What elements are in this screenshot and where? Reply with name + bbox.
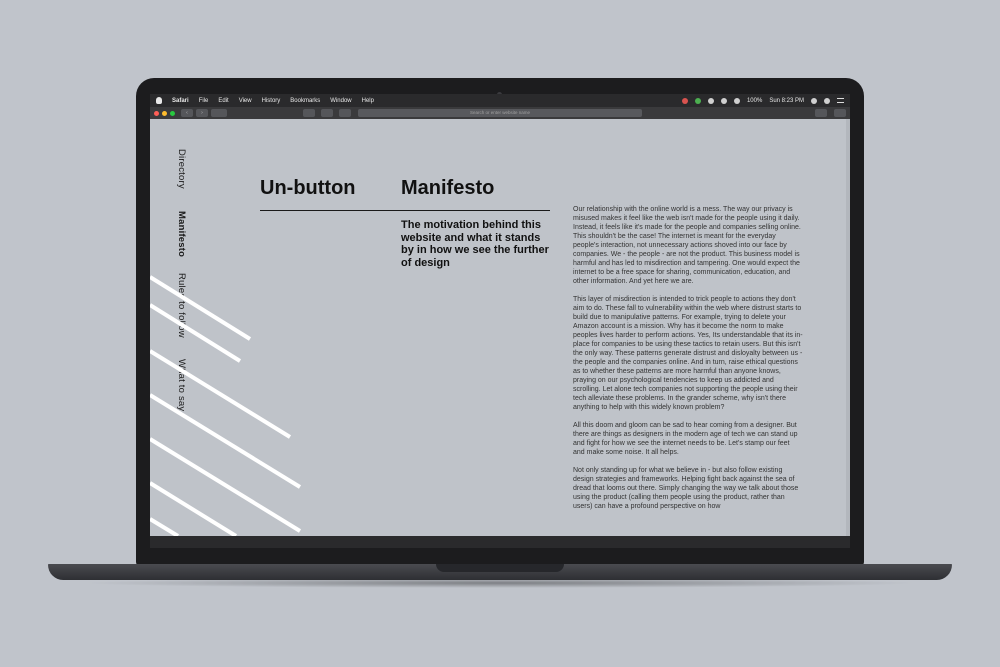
menu-bookmarks[interactable]: Bookmarks	[290, 98, 320, 104]
notification-center-icon[interactable]	[837, 98, 844, 103]
menu-bar: Safari File Edit View History Bookmarks …	[150, 94, 850, 107]
battery-percent[interactable]: 100%	[747, 98, 762, 104]
page-subtitle: The motivation behind this website and w…	[401, 219, 549, 269]
menu-view[interactable]: View	[239, 98, 252, 104]
menu-history[interactable]: History	[262, 98, 281, 104]
paragraph: This layer of misdirection is intended t…	[573, 296, 803, 411]
app-status-icon[interactable]	[694, 97, 701, 104]
menubar-clock[interactable]: Sun 8:23 PM	[769, 98, 804, 104]
nav-directory[interactable]: Directory	[176, 149, 187, 189]
manifesto-body: Our relationship with the online world i…	[573, 205, 803, 520]
close-window-button[interactable]	[154, 110, 159, 116]
share-icon[interactable]	[815, 109, 827, 117]
menu-app-name[interactable]: Safari	[172, 98, 189, 104]
display-icon[interactable]	[707, 97, 714, 104]
screen: Safari File Edit View History Bookmarks …	[150, 94, 850, 548]
apple-icon[interactable]	[156, 97, 162, 104]
search-icon[interactable]	[811, 97, 817, 104]
bluetooth-icon[interactable]	[720, 97, 727, 104]
minimize-window-button[interactable]	[162, 110, 167, 116]
wifi-icon[interactable]	[733, 97, 740, 104]
stripes-decoration	[150, 275, 302, 536]
sidebar-toggle-button[interactable]	[211, 109, 227, 117]
tabs-overview-icon[interactable]	[834, 109, 846, 117]
user-icon[interactable]	[824, 97, 830, 104]
screen-bottom-bar	[150, 536, 850, 548]
zoom-window-button[interactable]	[170, 110, 175, 116]
browser-toolbar: ‹ › Search or enter website name	[150, 107, 850, 119]
notification-icon[interactable]	[681, 97, 688, 104]
reader-icon[interactable]	[339, 109, 351, 117]
forward-button[interactable]: ›	[196, 109, 208, 117]
toolbar-right	[812, 109, 846, 117]
menu-file[interactable]: File	[199, 98, 209, 104]
page-title: Manifesto	[401, 177, 495, 199]
menu-edit[interactable]: Edit	[218, 98, 228, 104]
address-bar-placeholder: Search or enter website name	[469, 110, 531, 115]
back-button[interactable]: ‹	[181, 109, 193, 117]
title-divider	[260, 210, 550, 212]
paragraph: All this doom and gloom can be sad to he…	[573, 422, 798, 456]
laptop-opening-notch	[436, 564, 564, 572]
paragraph: Not only standing up for what we believe…	[573, 467, 799, 510]
nav-manifesto[interactable]: Manifesto	[176, 211, 187, 257]
site-title: Un-button	[260, 177, 356, 199]
privacy-icon[interactable]	[303, 109, 315, 117]
web-page: Directory Manifesto Rules to follow What…	[150, 119, 850, 536]
page-scrollbar[interactable]	[846, 119, 850, 536]
extension-icon[interactable]	[321, 109, 333, 117]
menu-window[interactable]: Window	[330, 98, 351, 104]
paragraph: Our relationship with the online world i…	[573, 206, 801, 285]
menu-help[interactable]: Help	[362, 98, 374, 104]
status-area: 100% Sun 8:23 PM	[681, 97, 844, 104]
address-bar[interactable]: Search or enter website name	[358, 109, 642, 117]
